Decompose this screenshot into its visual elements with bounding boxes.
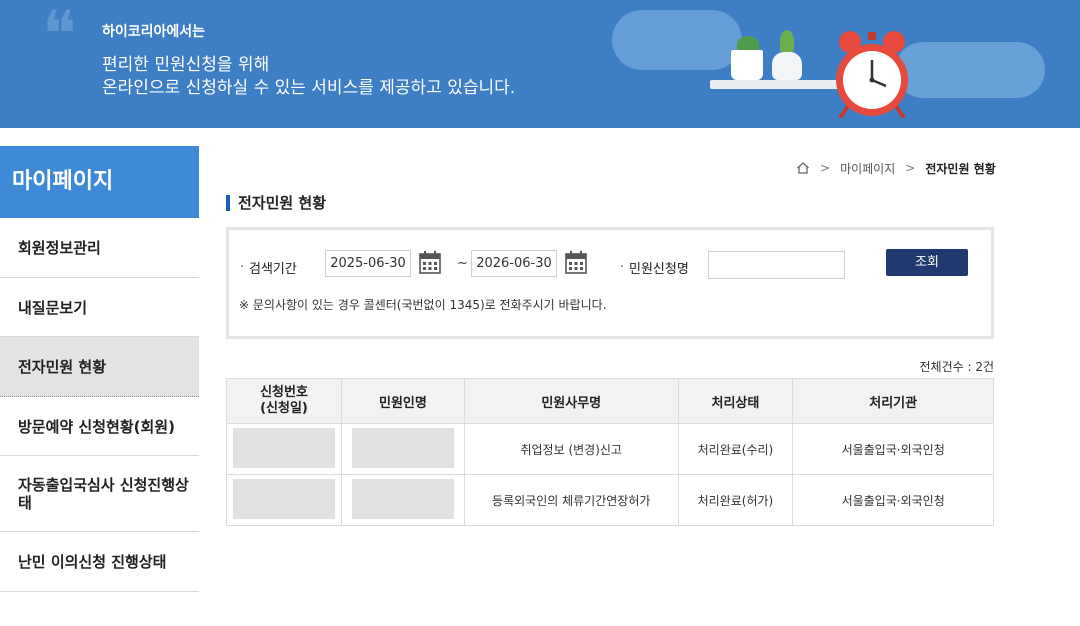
cell-application-no — [226, 474, 342, 526]
end-date-input[interactable]: 2026-06-30 — [471, 250, 557, 277]
breadcrumb-separator-icon: > — [820, 161, 831, 175]
page-title: 전자민원 현황 — [226, 192, 326, 213]
col-header-status: 처리상태 — [677, 378, 794, 424]
petition-name-input[interactable] — [708, 251, 845, 279]
redacted-block — [232, 427, 335, 468]
cell-status: 처리완료(허가) — [677, 474, 794, 526]
sidebar-item-refugee-appeal[interactable]: 난민 이의신청 진행상태 — [0, 532, 199, 592]
search-button[interactable]: 조회 — [886, 249, 968, 276]
breadcrumb-current: 전자민원 현황 — [925, 161, 996, 176]
sidebar-item-auto-immigration[interactable]: 자동출입국심사 신청진행상태 — [0, 456, 199, 532]
banner-line-1: 편리한 민원신청을 위해 — [102, 55, 270, 75]
cell-applicant — [340, 474, 465, 526]
calendar-icon[interactable] — [419, 250, 441, 274]
cell-task-name[interactable]: 등록외국인의 체류기간연장허가 — [463, 474, 679, 526]
sidebar-item-e-petition-status[interactable]: 전자민원 현황 — [0, 337, 199, 397]
pot-icon — [772, 52, 802, 80]
cell-status: 처리완료(수리) — [677, 423, 794, 475]
cell-agency: 서울출입국·외국인청 — [792, 423, 994, 475]
sidebar-title: 마이페이지 — [0, 146, 199, 218]
shelf-decoration — [710, 80, 850, 89]
sidebar-item-visit-reservation[interactable]: 방문예약 신청현황(회원) — [0, 397, 199, 456]
breadcrumb-mypage[interactable]: 마이페이지 — [840, 160, 895, 177]
table-row[interactable]: 취업정보 (변경)신고 처리완료(수리) 서울출입국·외국인청 — [226, 423, 994, 475]
col-header-applicant: 민원인명 — [340, 378, 465, 424]
start-date-input[interactable]: 2025-06-30 — [325, 250, 411, 277]
top-banner: ❝ 하이코리아에서는 편리한 민원신청을 위해 온라인으로 신청하실 수 있는 … — [0, 0, 1080, 128]
cell-application-no — [226, 423, 342, 475]
col-header-agency: 처리기관 — [792, 378, 994, 424]
cell-applicant — [340, 423, 465, 475]
redacted-block — [232, 478, 335, 519]
petition-table: 신청번호 (신청일) 민원인명 민원사무명 처리상태 처리기관 취업정보 (변경… — [226, 378, 994, 526]
cell-task-name[interactable]: 취업정보 (변경)신고 — [463, 423, 679, 475]
redacted-block — [351, 427, 454, 468]
alarm-clock-icon — [836, 31, 908, 118]
sidebar-item-my-questions[interactable]: 내질문보기 — [0, 278, 199, 337]
petition-name-label: 민원신청명 — [620, 256, 689, 277]
calendar-icon[interactable] — [565, 250, 587, 274]
sidebar-item-member-info[interactable]: 회원정보관리 — [0, 218, 199, 278]
redacted-block — [351, 478, 454, 519]
pot-icon — [731, 50, 763, 80]
banner-line-2: 온라인으로 신청하실 수 있는 서비스를 제공하고 있습니다. — [102, 78, 516, 98]
total-count: 전체건수 : 2건 — [919, 360, 994, 374]
cloud-decoration — [612, 10, 742, 70]
col-header-task-name: 민원사무명 — [463, 378, 679, 424]
cloud-decoration — [895, 42, 1045, 98]
plant-icon — [780, 30, 794, 52]
table-header-row: 신청번호 (신청일) 민원인명 민원사무명 처리상태 처리기관 — [226, 378, 994, 424]
cell-agency: 서울출입국·외국인청 — [792, 474, 994, 526]
callcenter-notice: ※ 문의사항이 있는 경우 콜센터(국번없이 1345)로 전화주시기 바랍니다… — [239, 298, 607, 312]
quote-mark-icon: ❝ — [42, 0, 77, 72]
date-range-separator: ~ — [457, 256, 468, 271]
breadcrumb-separator-icon: > — [905, 161, 916, 175]
col-header-application-no-label: 신청번호 (신청일) — [260, 385, 308, 416]
period-label: 검색기간 — [240, 256, 297, 277]
breadcrumb: > 마이페이지 > 전자민원 현황 — [796, 158, 996, 178]
banner-subtitle: 하이코리아에서는 — [102, 24, 206, 40]
search-panel: 검색기간 2025-06-30 ~ 2026-06-30 민원신청명 조회 ※ … — [226, 227, 994, 339]
col-header-application-no: 신청번호 (신청일) — [226, 378, 342, 424]
table-row[interactable]: 등록외국인의 체류기간연장허가 처리완료(허가) 서울출입국·외국인청 — [226, 474, 994, 526]
home-icon[interactable] — [796, 161, 810, 175]
